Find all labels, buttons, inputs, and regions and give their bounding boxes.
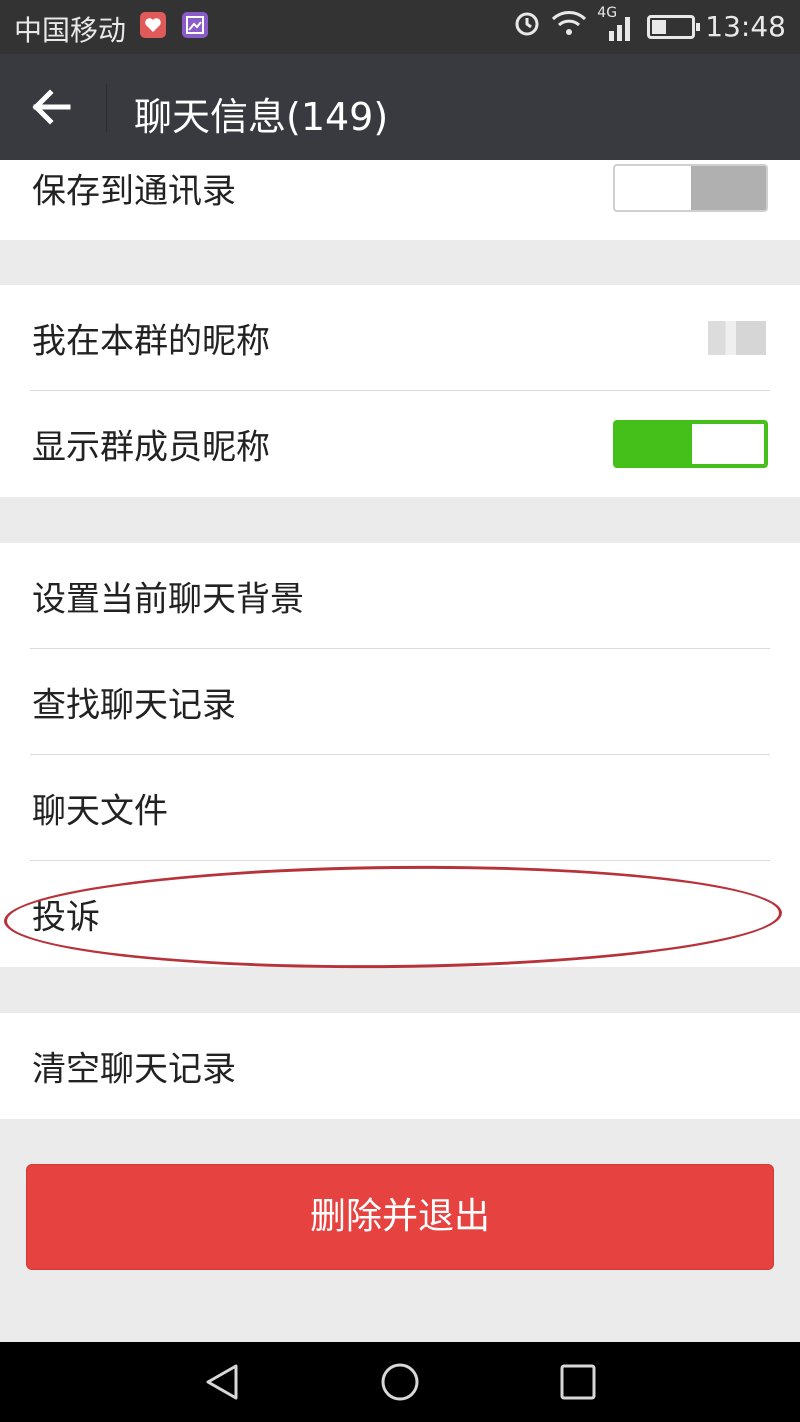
toggle-knob bbox=[690, 422, 766, 466]
my-group-nickname-row[interactable]: 我在本群的昵称 bbox=[0, 285, 800, 391]
heart-app-icon bbox=[140, 12, 166, 38]
contacts-group: 保存到通讯录 bbox=[0, 160, 800, 240]
set-chat-background-row[interactable]: 设置当前聊天背景 bbox=[0, 543, 800, 649]
alarm-icon bbox=[513, 9, 541, 44]
my-group-nickname-label: 我在本群的昵称 bbox=[32, 321, 270, 362]
battery-icon bbox=[647, 14, 701, 39]
toggle-knob bbox=[615, 166, 691, 210]
complain-label: 投诉 bbox=[32, 897, 100, 938]
chat-tools-group: 设置当前聊天背景 查找聊天记录 聊天文件 投诉 bbox=[0, 543, 800, 967]
show-member-nicknames-label: 显示群成员昵称 bbox=[32, 427, 270, 468]
arrow-left-icon bbox=[32, 89, 71, 125]
signal-icon: 4G bbox=[597, 5, 637, 43]
save-to-contacts-label: 保存到通讯录 bbox=[32, 171, 236, 212]
search-chat-history-label: 查找聊天记录 bbox=[32, 685, 236, 726]
recents-square-icon[interactable] bbox=[558, 1362, 598, 1402]
show-member-nicknames-row[interactable]: 显示群成员昵称 bbox=[0, 391, 800, 497]
title-divider bbox=[106, 84, 107, 132]
network-type: 4G bbox=[597, 4, 618, 21]
title-bar: 聊天信息(149) bbox=[0, 54, 800, 160]
search-chat-history-row[interactable]: 查找聊天记录 bbox=[0, 649, 800, 755]
home-circle-icon[interactable] bbox=[380, 1362, 420, 1402]
nickname-value-blurred bbox=[708, 321, 766, 355]
save-to-contacts-toggle[interactable] bbox=[613, 164, 768, 212]
chat-files-label: 聊天文件 bbox=[32, 791, 168, 832]
page-title: 聊天信息(149) bbox=[134, 95, 389, 139]
complain-row[interactable]: 投诉 bbox=[0, 861, 800, 967]
nickname-group: 我在本群的昵称 显示群成员昵称 bbox=[0, 285, 800, 497]
status-bar: 中国移动 4G 13:48 bbox=[0, 0, 800, 54]
wifi-icon bbox=[551, 9, 587, 44]
carrier-name: 中国移动 bbox=[14, 14, 127, 47]
chat-files-row[interactable]: 聊天文件 bbox=[0, 755, 800, 861]
system-nav-bar bbox=[0, 1342, 800, 1422]
clear-chat-history-row[interactable]: 清空聊天记录 bbox=[0, 1013, 800, 1119]
clear-chat-history-label: 清空聊天记录 bbox=[32, 1049, 236, 1090]
delete-and-exit-button[interactable]: 删除并退出 bbox=[26, 1164, 774, 1270]
save-to-contacts-row[interactable]: 保存到通讯录 bbox=[0, 160, 800, 240]
photo-app-icon bbox=[182, 12, 208, 38]
back-triangle-icon[interactable] bbox=[202, 1362, 242, 1402]
clock: 13:48 bbox=[705, 10, 786, 43]
set-chat-background-label: 设置当前聊天背景 bbox=[32, 579, 304, 620]
back-button[interactable] bbox=[20, 76, 90, 138]
clear-group: 清空聊天记录 bbox=[0, 1013, 800, 1119]
show-member-nicknames-toggle[interactable] bbox=[613, 420, 768, 468]
